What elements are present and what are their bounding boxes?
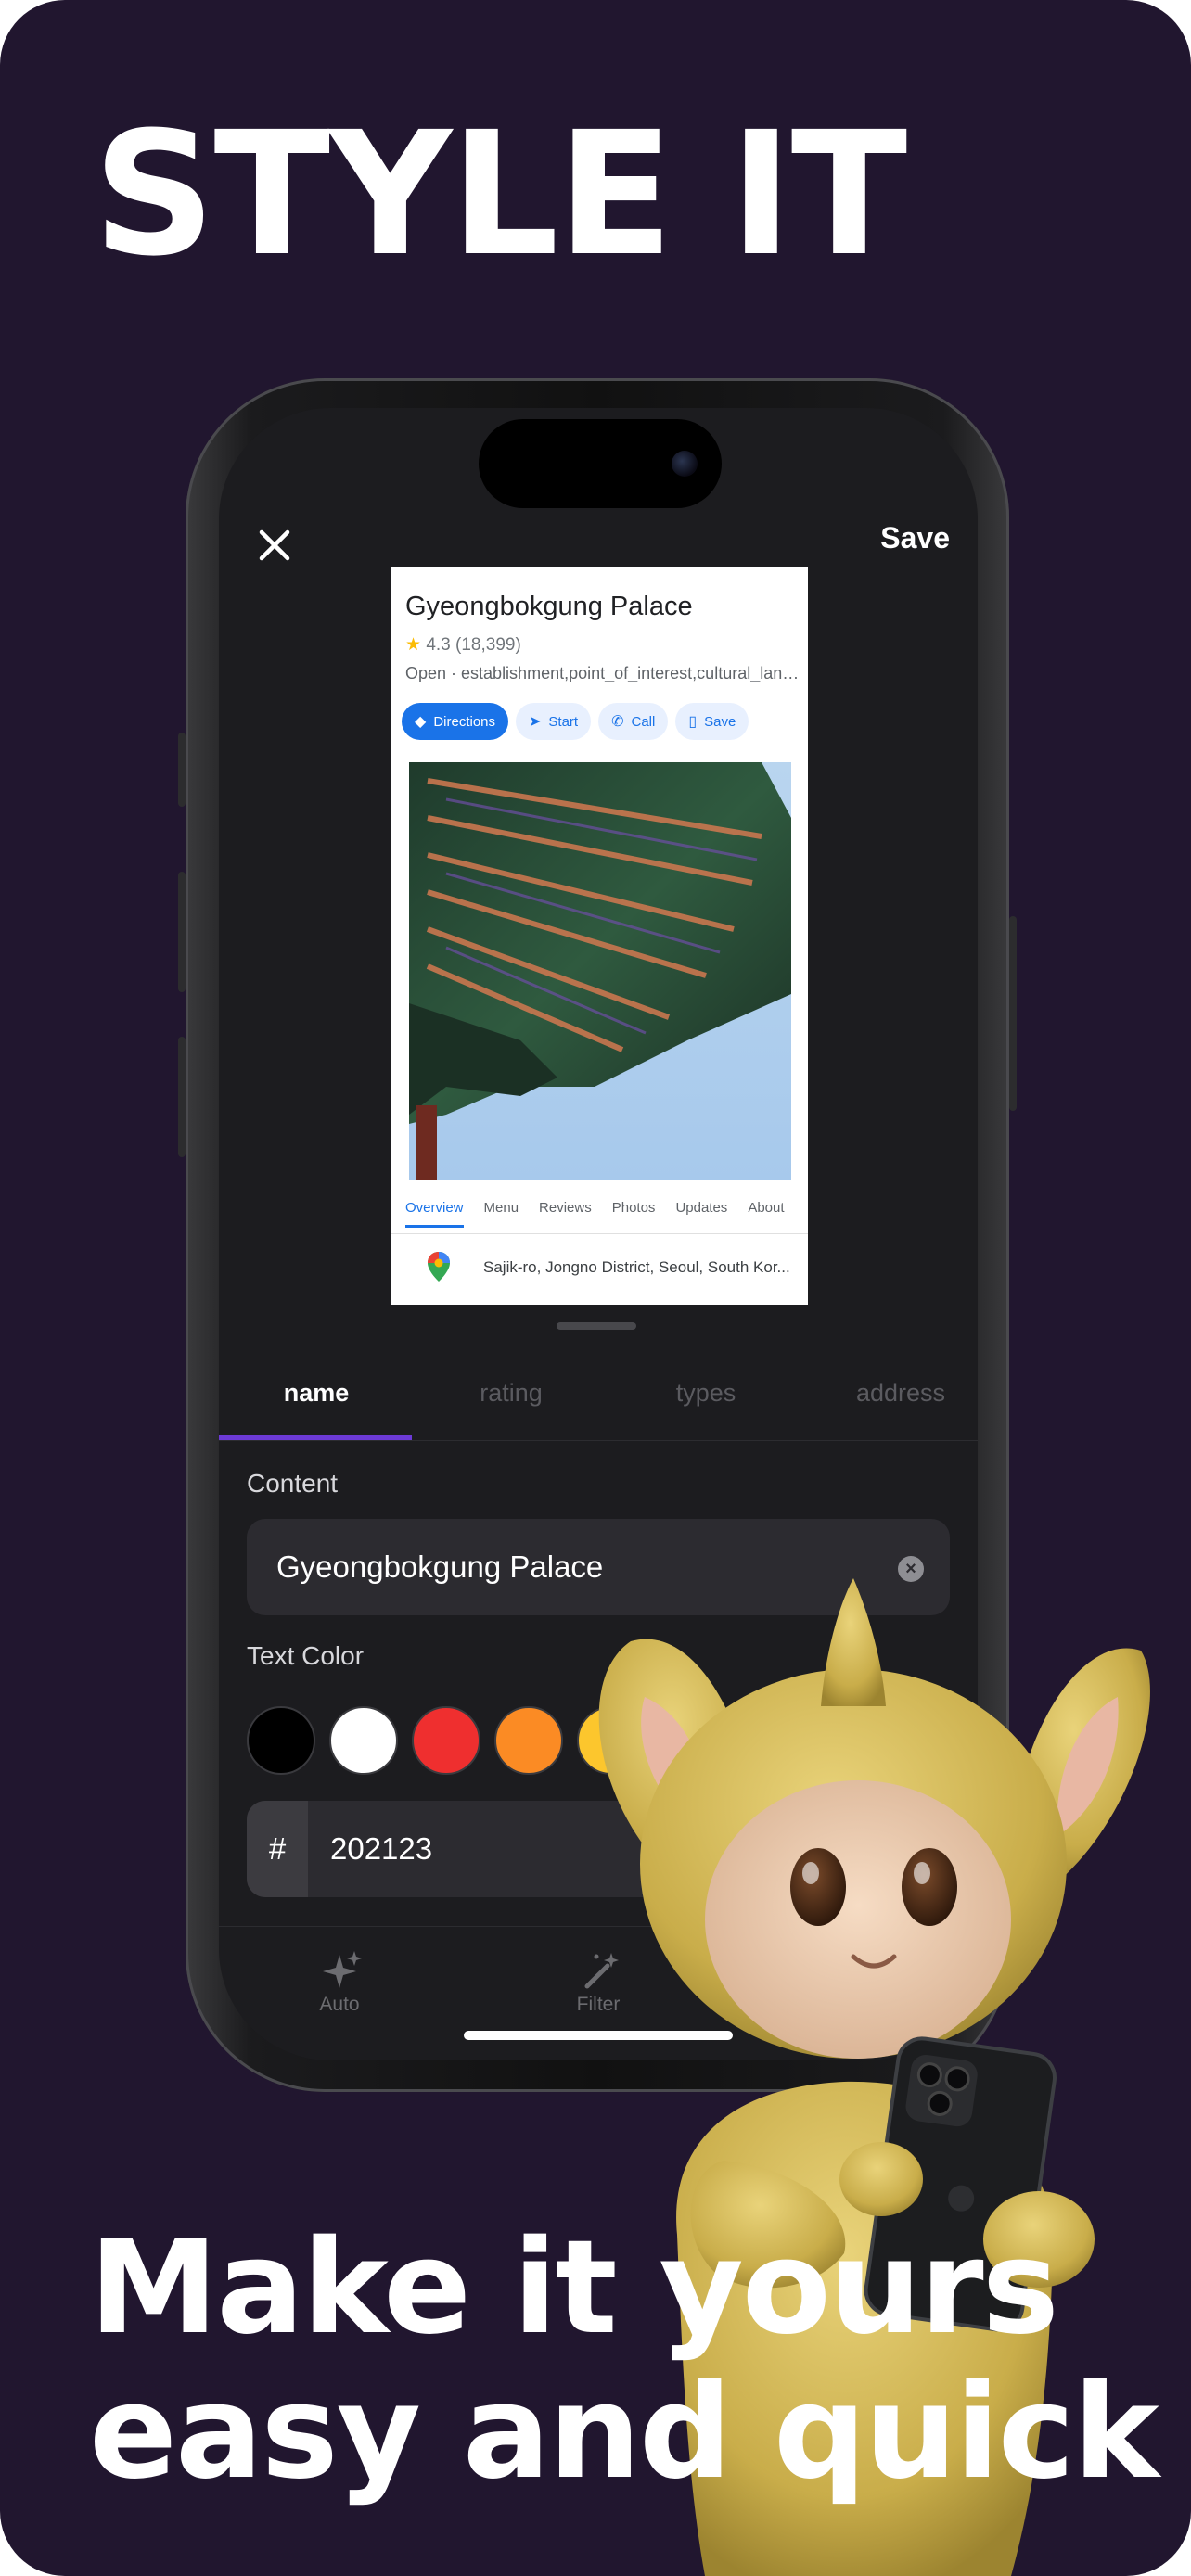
tab-rating[interactable]: rating (414, 1363, 608, 1422)
camera-icon (672, 451, 698, 477)
place-subtitle: Open · establishment,point_of_interest,c… (405, 664, 804, 682)
start-chip: ➤ Start (516, 703, 592, 740)
save-chip: ▯ Save (675, 703, 749, 740)
divider (391, 1233, 808, 1234)
swatch-black[interactable] (247, 1706, 315, 1775)
star-icon: ★ (405, 635, 422, 655)
tab-updates: Updates (675, 1200, 728, 1216)
action-chips: ◆ Directions ➤ Start ✆ Call ▯ Save (402, 703, 749, 740)
tagline: Make it yours easy and quick (89, 2213, 1159, 2508)
tool-label: Auto (319, 1994, 360, 2015)
chip-label: Call (631, 713, 656, 730)
map-pin-icon (428, 1252, 450, 1282)
phone-power-button (1009, 916, 1017, 1111)
chip-label: Start (548, 713, 579, 730)
palace-roof-photo (409, 762, 791, 1180)
swatch-white[interactable] (329, 1706, 398, 1775)
tab-name[interactable]: name (219, 1363, 414, 1422)
call-chip: ✆ Call (598, 703, 669, 740)
close-button[interactable] (247, 517, 302, 573)
navigation-icon: ➤ (529, 714, 542, 730)
dynamic-island (479, 419, 722, 508)
tab-address[interactable]: address (803, 1363, 978, 1422)
field-tabs: name rating types address (219, 1363, 978, 1441)
place-preview-card[interactable]: Gyeongbokgung Palace ★ 4.3 (18,399) Open… (391, 567, 808, 1305)
tab-types[interactable]: types (608, 1363, 803, 1422)
tagline-line-1: Make it yours (89, 2213, 1059, 2364)
place-title: Gyeongbokgung Palace (405, 592, 693, 621)
headline: STYLE IT (93, 96, 907, 294)
tab-reviews: Reviews (539, 1200, 592, 1216)
content-input-value: Gyeongbokgung Palace (276, 1549, 604, 1584)
divider (219, 1440, 978, 1441)
place-tabs: Overview Menu Reviews Photos Updates Abo… (405, 1200, 785, 1228)
place-address: Sajik-ro, Jongno District, Seoul, South … (483, 1258, 790, 1276)
bookmark-icon: ▯ (688, 714, 698, 730)
text-color-label: Text Color (247, 1641, 365, 1670)
place-rating: ★ 4.3 (18,399) (405, 634, 521, 656)
chip-label: Directions (433, 713, 495, 730)
sheet-drag-handle[interactable] (557, 1322, 636, 1330)
hash-prefix: # (247, 1801, 308, 1897)
phone-silent-switch (178, 733, 186, 807)
tab-photos: Photos (611, 1200, 656, 1216)
close-icon (259, 529, 290, 561)
rating-value: 4.3 (426, 635, 451, 655)
tagline-line-2: easy and quick (89, 2357, 1159, 2508)
sparkles-icon (323, 1951, 362, 1988)
tab-menu: Menu (483, 1200, 519, 1216)
tab-about: About (748, 1200, 785, 1216)
app-store-screenshot: STYLE IT Save Gyeongbokgung Palace ★ 4.3… (0, 0, 1191, 2576)
review-count: (18,399) (455, 635, 521, 655)
tab-overview: Overview (405, 1200, 464, 1228)
phone-icon: ✆ (611, 714, 624, 730)
content-label: Content (247, 1469, 339, 1498)
phone-volume-up (178, 872, 186, 992)
directions-icon: ◆ (415, 714, 427, 730)
swatch-orange[interactable] (494, 1706, 563, 1775)
directions-chip: ◆ Directions (402, 703, 508, 740)
swatch-red[interactable] (412, 1706, 480, 1775)
auto-tool-button[interactable]: Auto (284, 1947, 395, 2016)
save-button[interactable]: Save (880, 521, 950, 555)
hex-value: 202123 (330, 1831, 433, 1866)
phone-volume-down (178, 1037, 186, 1157)
chip-label: Save (704, 713, 736, 730)
